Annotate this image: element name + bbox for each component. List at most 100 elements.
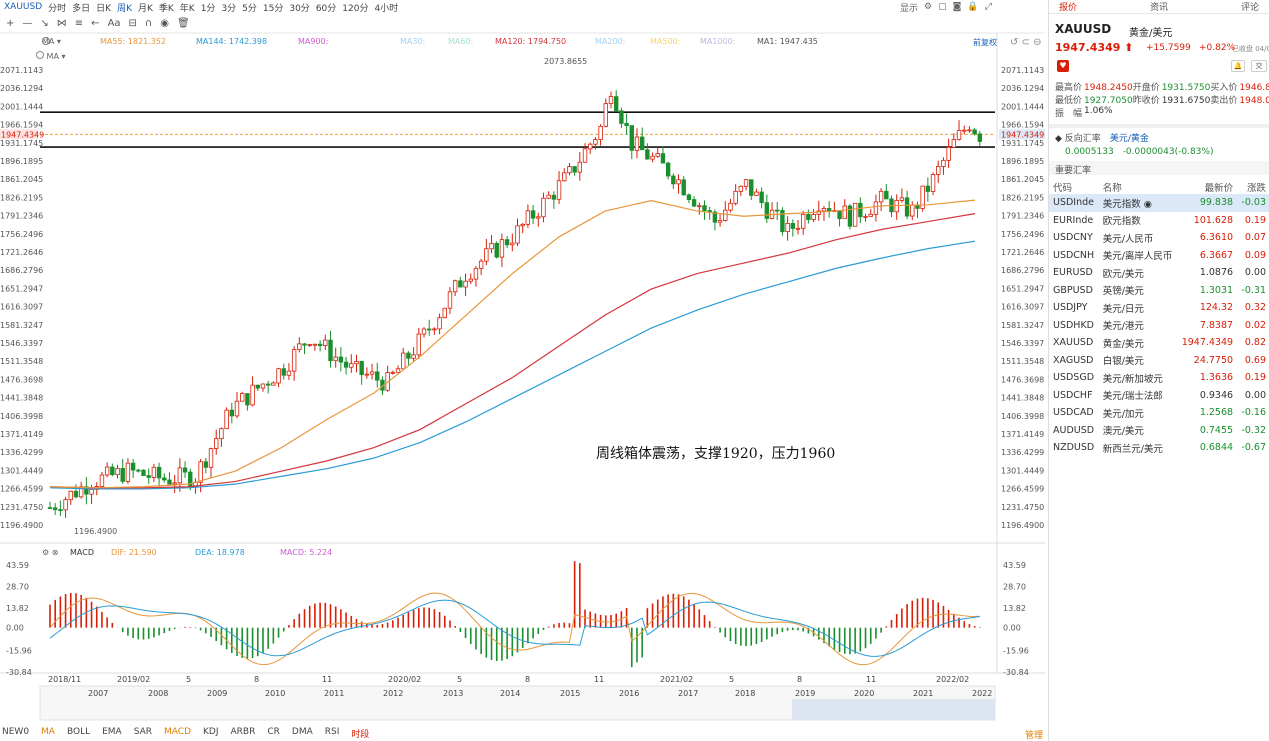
year-tick: 2014 (500, 689, 520, 698)
trade-button[interactable]: 交 (1251, 60, 1267, 72)
quote-row: 最低价 1927.7050 昨收价 1931.6750 卖出价 1948.0 (1055, 93, 1269, 106)
candle-body (458, 280, 463, 288)
candle-body (665, 162, 671, 177)
fx-price: 6.3610 (1199, 232, 1234, 244)
indicator-tab[interactable]: 时段 (351, 727, 369, 741)
indicator-tab[interactable]: MACD (164, 727, 191, 741)
year-tick: 2013 (443, 689, 463, 698)
candle-body (556, 180, 562, 200)
favorite-icon[interactable]: ♥ (1057, 60, 1069, 72)
candle-body (899, 197, 905, 201)
quote-value: 1931.5750 (1161, 83, 1211, 93)
quote-change-pct: +0.82% (1199, 43, 1236, 53)
candle-body (333, 356, 338, 362)
indicator-tab[interactable]: KDJ (203, 727, 219, 741)
macd-tick-left: -30.84 (6, 668, 32, 677)
close-icon[interactable] (42, 37, 50, 45)
indicator-tab[interactable]: EMA (102, 727, 122, 741)
candle-body (432, 328, 437, 331)
fx-row[interactable]: XAGUSD 白银/美元 24.7750 0.69 (1049, 352, 1269, 370)
fx-header: 涨跌 (1246, 183, 1266, 194)
indicator-tab[interactable]: BOLL (67, 727, 90, 741)
macd-settings-icon[interactable]: ⚙ ⊗ (42, 548, 58, 557)
fx-change: 0.19 (1244, 372, 1266, 384)
fx-row[interactable]: USDCNY 美元/人民币 6.3610 0.07 (1049, 229, 1269, 247)
fx-price: 0.7455 (1199, 424, 1234, 436)
y-tick-left: 1581.3247 (0, 321, 43, 330)
indicator-tab[interactable]: CR (267, 727, 280, 741)
y-tick-left: 1966.1594 (0, 121, 43, 130)
indicator-tab[interactable]: DMA (292, 727, 313, 741)
indicator-tab[interactable]: MA (41, 727, 55, 741)
indicator-tab[interactable]: RSI (325, 727, 340, 741)
macd-tick-right: 13.82 (1003, 604, 1026, 613)
candle-body (749, 179, 754, 196)
adjust-mode-button[interactable]: 前复权 (973, 37, 997, 48)
x-tick: 11 (594, 675, 604, 684)
year-tick: 2019 (795, 689, 815, 698)
candle-body (681, 179, 686, 196)
quote-tab[interactable]: 报价 (1059, 0, 1077, 13)
fx-name: 欧元/美元 (1102, 268, 1144, 280)
candle-body (759, 191, 764, 204)
price-tag-right-text: 1947.4349 (1001, 130, 1044, 139)
chart-area[interactable]: ↺ ⊂ ⊖2071.1143 2071.11432036.1294 2036.129… (0, 0, 1045, 727)
candle-body (504, 239, 510, 246)
candle-body (930, 174, 936, 192)
macd-value: MACD: 5.224 (280, 548, 333, 557)
navigator-window[interactable] (792, 699, 995, 720)
arrow-up-icon: ⬆ (1124, 41, 1134, 54)
fx-row[interactable]: USDInde 美元指数 ◉ 99.838 -0.03 (1049, 194, 1269, 212)
fx-row[interactable]: EURUSD 欧元/美元 1.0876 0.00 (1049, 264, 1269, 282)
fx-row[interactable]: EURInde 欧元指数 101.628 0.19 (1049, 212, 1269, 230)
candle-body (541, 197, 546, 218)
x-tick: 5 (457, 675, 462, 684)
fx-row[interactable]: NZDUSD 新西兰元/美元 0.6844 -0.67 (1049, 439, 1269, 457)
candle-body (359, 360, 364, 376)
quote-value: 1931.6750 (1161, 96, 1211, 106)
candle-body (125, 462, 131, 482)
y-tick-left: 1791.2346 (0, 212, 43, 221)
fx-row[interactable]: USDCNH 美元/离岸人民币 6.3667 0.09 (1049, 247, 1269, 265)
fx-row[interactable]: USDCAD 美元/加元 1.2568 -0.16 (1049, 404, 1269, 422)
macd-tick-right: -15.96 (1003, 647, 1029, 656)
candle-body (198, 461, 203, 483)
year-tick: 2020 (854, 689, 874, 698)
settings-icon[interactable] (36, 51, 44, 59)
alert-icon[interactable]: 🔔 (1231, 60, 1245, 72)
indicator-tab[interactable]: SAR (134, 727, 152, 741)
candle-body (795, 227, 801, 230)
y-tick-right: 1791.2346 (1001, 212, 1044, 221)
fx-code: USDSGD (1053, 372, 1095, 384)
y-tick-left: 1196.4900 (0, 521, 43, 530)
quote-tab[interactable]: 评论 (1241, 0, 1259, 13)
manage-button[interactable]: 管理 (1025, 728, 1043, 741)
fx-code: USDCNH (1053, 249, 1095, 261)
fx-code: EURInde (1053, 214, 1094, 226)
fx-code: USDCAD (1053, 407, 1094, 419)
fx-row[interactable]: USDSGD 美元/新加坡元 1.3636 0.19 (1049, 369, 1269, 387)
ma-value: MA144: 1742.398 (196, 37, 268, 46)
fx-table: 代码 名称 最新价 涨跌 USDInde 美元指数 ◉ 99.838 -0.03 EURInde… (1049, 180, 1269, 457)
candle-body (577, 161, 583, 173)
candle-body (401, 352, 406, 370)
candle-body (873, 201, 879, 215)
fx-row[interactable]: USDJPY 美元/日元 124.32 0.32 (1049, 299, 1269, 317)
y-tick-left: 1686.2796 (0, 266, 43, 275)
indicator-tab[interactable]: NEW0 (2, 727, 29, 741)
fx-row[interactable]: USDHKD 美元/港元 7.8387 0.02 (1049, 317, 1269, 335)
indicator-tab[interactable]: ARBR (231, 727, 256, 741)
macd-title: MACD (70, 548, 94, 557)
fx-row[interactable]: XAUUSD 黄金/美元 1947.4349 0.82 (1049, 334, 1269, 352)
candle-body (63, 499, 68, 511)
quote-tab[interactable]: 资讯 (1150, 0, 1168, 13)
fx-price: 124.32 (1199, 302, 1234, 314)
fx-row[interactable]: GBPUSD 英镑/美元 1.3031 -0.31 (1049, 282, 1269, 300)
reverse-rate-values: 0.0005133 -0.0000043(-0.83%) (1065, 147, 1214, 157)
candle-body (390, 371, 396, 374)
fx-row[interactable]: USDCHF 美元/瑞士法郎 0.9346 0.00 (1049, 387, 1269, 405)
y-tick-left: 1336.4299 (0, 448, 43, 457)
eye-icon[interactable]: ◉ (1141, 199, 1152, 210)
candle-body (645, 149, 650, 160)
fx-row[interactable]: AUDUSD 澳元/美元 0.7455 -0.32 (1049, 422, 1269, 440)
